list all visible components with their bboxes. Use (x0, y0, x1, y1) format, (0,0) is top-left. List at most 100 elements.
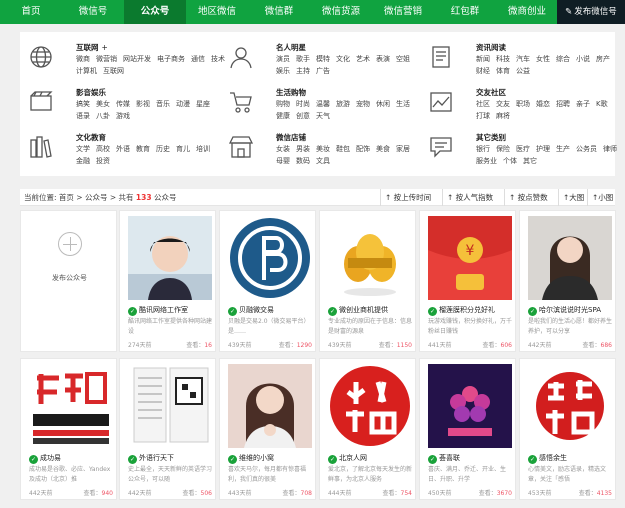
category-link[interactable]: 美食 (376, 144, 390, 154)
category-link[interactable]: 动漫 (176, 99, 190, 109)
view-small-button[interactable]: ↑小图 (587, 189, 615, 206)
category-entertainment[interactable]: 影音娱乐 搞笑 美女 传媒 影视 音乐 动漫 星座 语录 八卦 游戏 (28, 87, 228, 133)
category-link[interactable]: 医疗 (516, 144, 530, 154)
category-link[interactable]: 教育 (136, 144, 150, 154)
category-link[interactable]: 招聘 (556, 99, 570, 109)
sort-by-upload-time-button[interactable]: ↑ 按上传时间 (380, 189, 442, 206)
category-link[interactable]: 高校 (96, 144, 110, 154)
category-link[interactable]: 游戏 (116, 111, 130, 121)
category-link[interactable]: 传媒 (116, 99, 130, 109)
category-link[interactable]: 麻将 (496, 111, 510, 121)
category-link[interactable]: 通信 (191, 54, 205, 64)
category-link[interactable]: 星座 (196, 99, 210, 109)
category-link[interactable]: 文化 (336, 54, 350, 64)
sort-by-likes-button[interactable]: ↑ 按点赞数 (504, 189, 558, 206)
account-card[interactable]: ✓ 北京人网 爱北京，了解北京每天发生的新鲜事，为北京人服务 444天前 查看：75… (319, 358, 416, 500)
category-link[interactable]: 时尚 (296, 99, 310, 109)
category-link[interactable]: 模特 (316, 54, 330, 64)
category-store[interactable]: 微信店铺 女装 男装 美妆 鞋包 配饰 美食 家居 母婴 数码 文具 (228, 132, 428, 178)
category-link[interactable]: 演员 (276, 54, 290, 64)
category-link[interactable]: 金融 (76, 156, 90, 166)
category-link[interactable]: 亲子 (576, 99, 590, 109)
category-link[interactable]: 其它 (523, 156, 537, 166)
category-link[interactable]: 鞋包 (336, 144, 350, 154)
category-link[interactable]: 保险 (496, 144, 510, 154)
category-link[interactable]: 语录 (76, 111, 90, 121)
category-link[interactable]: 互联网 (103, 66, 124, 76)
nav-item-home[interactable]: 首页 (0, 0, 62, 24)
category-link[interactable]: 空姐 (396, 54, 410, 64)
category-link[interactable]: 健康 (276, 111, 290, 121)
category-link[interactable]: 主持 (296, 66, 310, 76)
category-link[interactable]: 八卦 (96, 111, 110, 121)
category-link[interactable]: 律师 (603, 144, 617, 154)
category-link[interactable]: 旅游 (336, 99, 350, 109)
category-link[interactable]: 小说 (576, 54, 590, 64)
category-link[interactable]: 温馨 (316, 99, 330, 109)
category-link[interactable]: 科技 (496, 54, 510, 64)
category-link[interactable]: 服务业 (476, 156, 497, 166)
category-link[interactable]: 银行 (476, 144, 490, 154)
view-large-button[interactable]: ↑大图 (558, 189, 587, 206)
category-link[interactable]: 宠物 (356, 99, 370, 109)
category-link[interactable]: 娱乐 (276, 66, 290, 76)
account-card[interactable]: ✓ 哈尔滨说说时光SPA 是啦我们的生活心愿！都好养生养护，可以分享 442天前查… (519, 210, 616, 352)
category-link[interactable]: 歌手 (296, 54, 310, 64)
account-card[interactable]: ✓ 成功易 成功易是谷歌、必应、Yandex及成功（北京）推 442天前 查看：94… (20, 358, 117, 500)
account-card[interactable]: ¥ ✓ 榴莲膜积分兑好礼 玩游戏赚钱，积分换好礼，万千粉丝日赚钱 441天前 查看：… (419, 210, 516, 352)
category-link[interactable]: 职场 (516, 99, 530, 109)
category-link[interactable]: 美妆 (316, 144, 330, 154)
publish-wechat-button[interactable]: ✎ 发布微信号 (557, 0, 625, 24)
category-link[interactable]: 影视 (136, 99, 150, 109)
category-link[interactable]: 婚恋 (536, 99, 550, 109)
category-link[interactable]: 打球 (476, 111, 490, 121)
category-link[interactable]: 艺术 (356, 54, 370, 64)
category-link[interactable]: 培训 (196, 144, 210, 154)
nav-item-redpacket[interactable]: 红包群 (434, 0, 496, 24)
category-link[interactable]: 生产 (556, 144, 570, 154)
category-link[interactable]: 电子商务 (157, 54, 185, 64)
category-link[interactable]: 体育 (496, 66, 510, 76)
category-link[interactable]: 公务员 (576, 144, 597, 154)
account-card[interactable]: ✓ 酷讯网络工作室 酷讯网络工作室提供各种网站建设 274天前 查看：16 (119, 210, 216, 352)
category-link[interactable]: 微商 (76, 54, 90, 64)
category-link[interactable]: 文学 (76, 144, 90, 154)
category-link[interactable]: 数码 (296, 156, 310, 166)
category-social[interactable]: 交友社区 社区 交友 职场 婚恋 招聘 亲子 K歌 打球 麻将 (428, 87, 625, 133)
category-link[interactable]: 护理 (536, 144, 550, 154)
category-link[interactable]: 社区 (476, 99, 490, 109)
nav-item-region[interactable]: 地区微信 (186, 0, 248, 24)
category-link[interactable]: 投资 (96, 156, 110, 166)
category-link[interactable]: 家居 (396, 144, 410, 154)
category-link[interactable]: 公益 (516, 66, 530, 76)
category-link[interactable]: 外语 (116, 144, 130, 154)
nav-item-official-account[interactable]: 公众号 (124, 0, 186, 24)
account-card[interactable]: ✓ 微创业商机提供 专业成功的原因在于信息：信息是财富的源泉 439天前 查看：11… (319, 210, 416, 352)
category-link[interactable]: 汽车 (516, 54, 530, 64)
category-link[interactable]: 母婴 (276, 156, 290, 166)
account-card[interactable]: ✓ 荟喜联 喜庆、满月、乔迁、开业、生日、升职、升学 450天前 查看：3670 (419, 358, 516, 500)
category-link[interactable]: 财经 (476, 66, 490, 76)
category-link[interactable]: 交友 (496, 99, 510, 109)
sort-by-popularity-button[interactable]: ↑ 按人气指数 (442, 189, 504, 206)
category-link[interactable]: 微营销 (96, 54, 117, 64)
nav-item-startup[interactable]: 微商创业 (496, 0, 558, 24)
category-link[interactable]: 音乐 (156, 99, 170, 109)
category-link[interactable]: 综合 (556, 54, 570, 64)
category-link[interactable]: 天气 (316, 111, 330, 121)
category-link[interactable]: 育儿 (176, 144, 190, 154)
category-link[interactable]: 购物 (276, 99, 290, 109)
category-link[interactable]: 女装 (276, 144, 290, 154)
category-news[interactable]: 资讯阅读 新闻 科技 汽车 女性 综合 小说 房产 财经 体育 公益 (428, 42, 625, 88)
account-card[interactable]: ✓ 贝融微交易 贝融是交易2.0（微交易平台）是…… 439天前 查看：1290 (219, 210, 316, 352)
account-card[interactable]: ✓ 外语行天下 史上最全，天天新鲜的英语学习公众号，可以随 442天前 查看：506 (119, 358, 216, 500)
category-link[interactable]: 历史 (156, 144, 170, 154)
category-link[interactable]: 计算机 (76, 66, 97, 76)
nav-item-marketing[interactable]: 微信营销 (372, 0, 434, 24)
category-celebrity[interactable]: 名人明星 演员 歌手 模特 文化 艺术 表演 空姐 娱乐 主持 广告 (228, 42, 428, 88)
nav-item-groups[interactable]: 微信群 (248, 0, 310, 24)
category-other[interactable]: 其它类别 银行 保险 医疗 护理 生产 公务员 律师 服务业 个体 其它 (428, 132, 625, 178)
account-card[interactable]: ✓ 感悟余生 心情美文，励志语录，精选文章，关注「感悟 453天前 查看：4135 (519, 358, 616, 500)
category-link[interactable]: 网站开发 (123, 54, 151, 64)
category-link[interactable]: 男装 (296, 144, 310, 154)
